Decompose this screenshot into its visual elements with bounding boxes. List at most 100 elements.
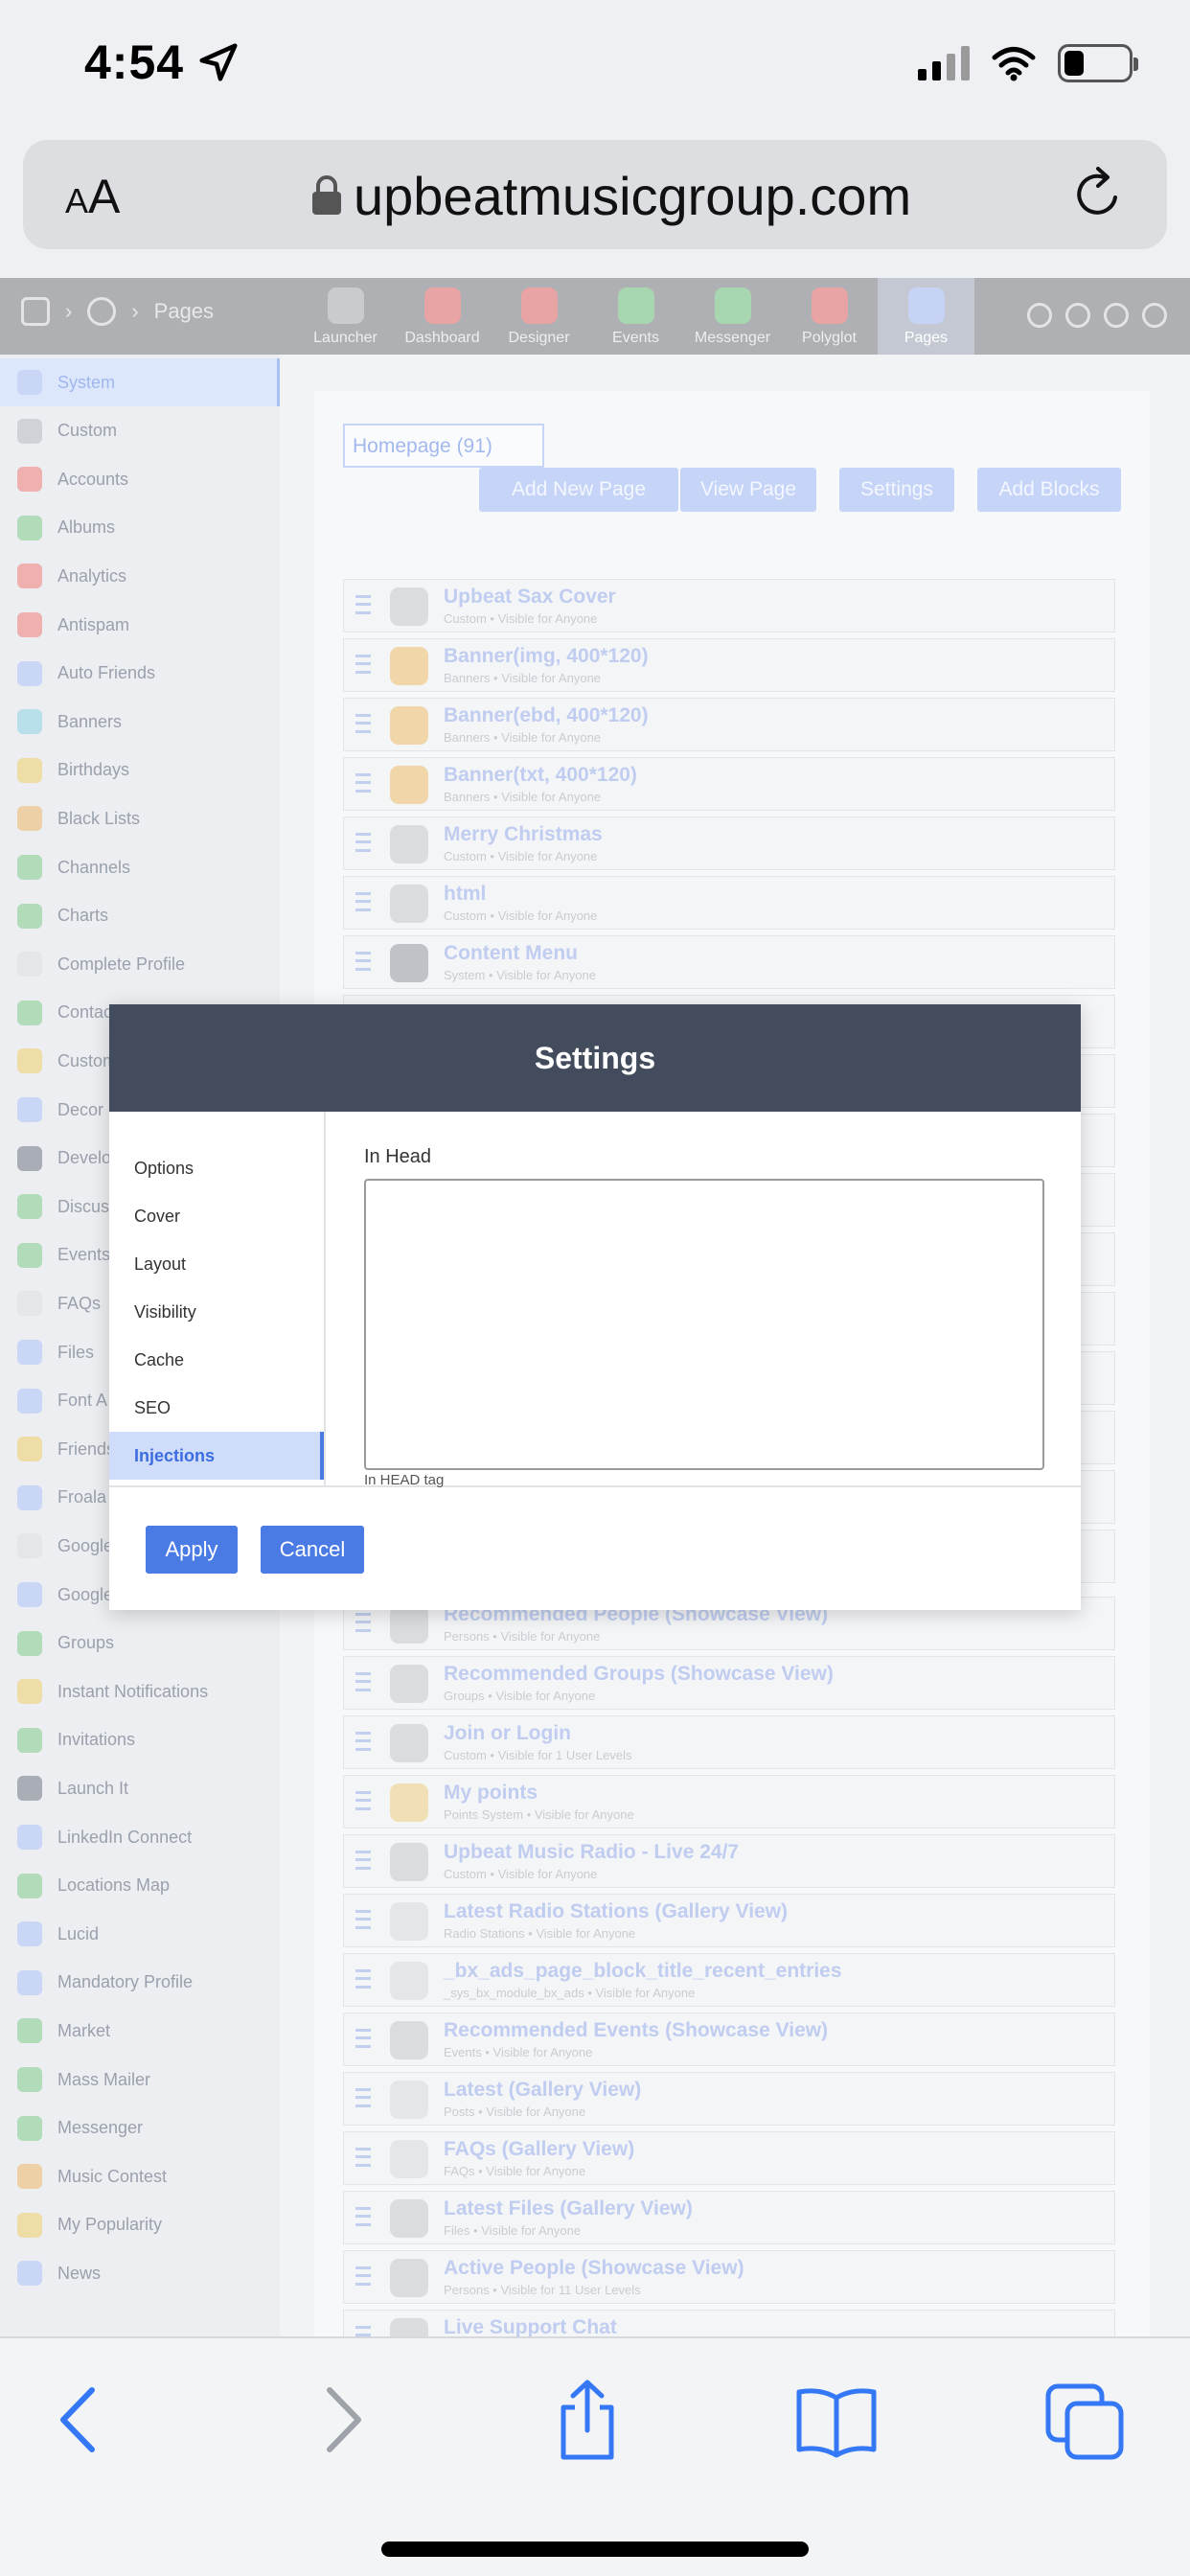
tab-visibility[interactable]: Visibility xyxy=(109,1288,324,1336)
sidebar-item[interactable]: My Popularity xyxy=(0,2201,280,2249)
drag-handle-icon[interactable] xyxy=(355,1732,371,1751)
drag-handle-icon[interactable] xyxy=(355,1672,371,1691)
sidebar-item[interactable]: Messenger xyxy=(0,2104,280,2152)
drag-handle-icon[interactable] xyxy=(355,1910,371,1929)
drag-handle-icon[interactable] xyxy=(355,952,371,971)
apply-button[interactable]: Apply xyxy=(146,1526,238,1574)
drag-handle-icon[interactable] xyxy=(355,2207,371,2226)
tab-layout[interactable]: Layout xyxy=(109,1240,324,1288)
drag-handle-icon[interactable] xyxy=(355,2029,371,2048)
sidebar-item[interactable]: Groups xyxy=(0,1620,280,1668)
sidebar-item[interactable]: Charts xyxy=(0,892,280,940)
tab-cache[interactable]: Cache xyxy=(109,1336,324,1384)
drag-handle-icon[interactable] xyxy=(355,2088,371,2107)
tabs-icon[interactable] xyxy=(1042,2377,1129,2463)
sidebar-item[interactable]: Black Lists xyxy=(0,794,280,842)
share-icon[interactable] xyxy=(544,2377,630,2463)
sidebar-item[interactable]: Complete Profile xyxy=(0,940,280,988)
nav-app-4[interactable]: Messenger xyxy=(684,278,781,355)
sidebar-item[interactable]: Lucid xyxy=(0,1910,280,1958)
reload-icon[interactable] xyxy=(1067,163,1129,224)
sidebar-item[interactable]: Music Contest xyxy=(0,2152,280,2200)
messages-icon[interactable] xyxy=(1027,303,1052,328)
drag-handle-icon[interactable] xyxy=(355,773,371,793)
drag-handle-icon[interactable] xyxy=(355,1613,371,1632)
sidebar-item[interactable]: System xyxy=(0,358,280,406)
add-blocks-button[interactable]: Add Blocks xyxy=(977,468,1121,512)
forward-icon[interactable] xyxy=(297,2377,383,2463)
block-row[interactable]: Banner(ebd, 400*120) Banners • Visible fo… xyxy=(343,698,1115,751)
in-head-textarea[interactable] xyxy=(364,1179,1044,1470)
user-icon[interactable] xyxy=(1142,303,1167,328)
sidebar-item[interactable]: Instant Notifications xyxy=(0,1668,280,1715)
address-bar[interactable]: AA upbeatmusicgroup.com xyxy=(23,140,1167,249)
tab-options[interactable]: Options xyxy=(109,1144,324,1192)
sidebar-item[interactable]: Banners xyxy=(0,698,280,746)
bookmarks-icon[interactable] xyxy=(793,2377,880,2463)
tab-seo[interactable]: SEO xyxy=(109,1384,324,1432)
grid-icon[interactable] xyxy=(21,297,50,326)
sidebar-item[interactable]: Custom xyxy=(0,407,280,455)
block-row[interactable]: Recommended Events (Showcase View) Events… xyxy=(343,2012,1115,2066)
block-row[interactable]: html Custom • Visible for Anyone xyxy=(343,876,1115,930)
sidebar-item[interactable]: Analytics xyxy=(0,552,280,600)
sidebar-item[interactable]: Auto Friends xyxy=(0,650,280,698)
sidebar-item[interactable]: Mass Mailer xyxy=(0,2056,280,2104)
view-page-button[interactable]: View Page xyxy=(680,468,816,512)
url-text[interactable]: upbeatmusicgroup.com xyxy=(354,165,911,227)
block-row[interactable]: Join or Login Custom • Visible for 1 User… xyxy=(343,1715,1115,1769)
drag-handle-icon[interactable] xyxy=(355,892,371,911)
nav-app-3[interactable]: Events xyxy=(587,278,684,355)
drag-handle-icon[interactable] xyxy=(355,1969,371,1989)
nav-app-6[interactable]: Pages xyxy=(878,278,974,355)
drag-handle-icon[interactable] xyxy=(355,2266,371,2286)
sidebar-item[interactable]: LinkedIn Connect xyxy=(0,1813,280,1861)
block-row[interactable]: Active People (Showcase View) Persons • V… xyxy=(343,2250,1115,2304)
nav-app-0[interactable]: Launcher xyxy=(297,278,394,355)
cancel-button[interactable]: Cancel xyxy=(261,1526,364,1574)
drag-handle-icon[interactable] xyxy=(355,595,371,614)
tab-cover[interactable]: Cover xyxy=(109,1192,324,1240)
block-row[interactable]: Banner(img, 400*120) Banners • Visible fo… xyxy=(343,638,1115,692)
sidebar-item[interactable]: Antispam xyxy=(0,601,280,649)
back-icon[interactable] xyxy=(38,2377,125,2463)
nav-app-2[interactable]: Designer xyxy=(491,278,587,355)
sidebar-item[interactable]: Locations Map xyxy=(0,1862,280,1910)
nav-app-1[interactable]: Dashboard xyxy=(394,278,491,355)
sidebar-item[interactable]: Market xyxy=(0,2007,280,2055)
drag-handle-icon[interactable] xyxy=(355,1851,371,1870)
sidebar-item[interactable]: Accounts xyxy=(0,455,280,503)
settings-button[interactable]: Settings xyxy=(839,468,954,512)
sidebar-item[interactable]: Launch It xyxy=(0,1764,280,1812)
drag-handle-icon[interactable] xyxy=(355,2326,371,2336)
sidebar-item[interactable]: News xyxy=(0,2249,280,2297)
sidebar-item[interactable]: Mandatory Profile xyxy=(0,1959,280,2007)
sidebar-item[interactable]: Birthdays xyxy=(0,747,280,794)
sidebar-item[interactable]: Albums xyxy=(0,504,280,552)
block-row[interactable]: Recommended Groups (Showcase View) Groups… xyxy=(343,1656,1115,1710)
block-row[interactable]: FAQs (Gallery View) FAQs • Visible for An… xyxy=(343,2131,1115,2185)
chart-pie-icon[interactable] xyxy=(87,297,117,326)
block-row[interactable]: Latest Files (Gallery View) Files • Visib… xyxy=(343,2191,1115,2244)
sidebar-item[interactable]: Channels xyxy=(0,843,280,891)
block-row[interactable]: Upbeat Sax Cover Custom • Visible for Any… xyxy=(343,579,1115,632)
text-size-button[interactable]: AA xyxy=(65,169,120,224)
drag-handle-icon[interactable] xyxy=(355,714,371,733)
tab-injections[interactable]: Injections xyxy=(109,1432,324,1480)
add-new-page-button[interactable]: Add New Page xyxy=(479,468,678,512)
nav-app-5[interactable]: Polyglot xyxy=(781,278,878,355)
block-row[interactable]: Live Support Chat xyxy=(343,2310,1115,2336)
breadcrumb-current[interactable]: Pages xyxy=(154,299,214,324)
settings-icon[interactable] xyxy=(1104,303,1129,328)
block-row[interactable]: My points Points System • Visible for Any… xyxy=(343,1775,1115,1828)
drag-handle-icon[interactable] xyxy=(355,1791,371,1810)
help-icon[interactable] xyxy=(1065,303,1090,328)
sidebar-item[interactable]: Invitations xyxy=(0,1716,280,1764)
block-row[interactable]: Latest (Gallery View) Posts • Visible for… xyxy=(343,2072,1115,2126)
drag-handle-icon[interactable] xyxy=(355,2148,371,2167)
drag-handle-icon[interactable] xyxy=(355,655,371,674)
page-select[interactable]: Homepage (91) xyxy=(343,424,544,468)
block-row[interactable]: _bx_ads_page_block_title_recent_entries _… xyxy=(343,1953,1115,2007)
block-row[interactable]: Content Menu System • Visible for Anyone xyxy=(343,935,1115,989)
block-row[interactable]: Merry Christmas Custom • Visible for Anyo… xyxy=(343,816,1115,870)
